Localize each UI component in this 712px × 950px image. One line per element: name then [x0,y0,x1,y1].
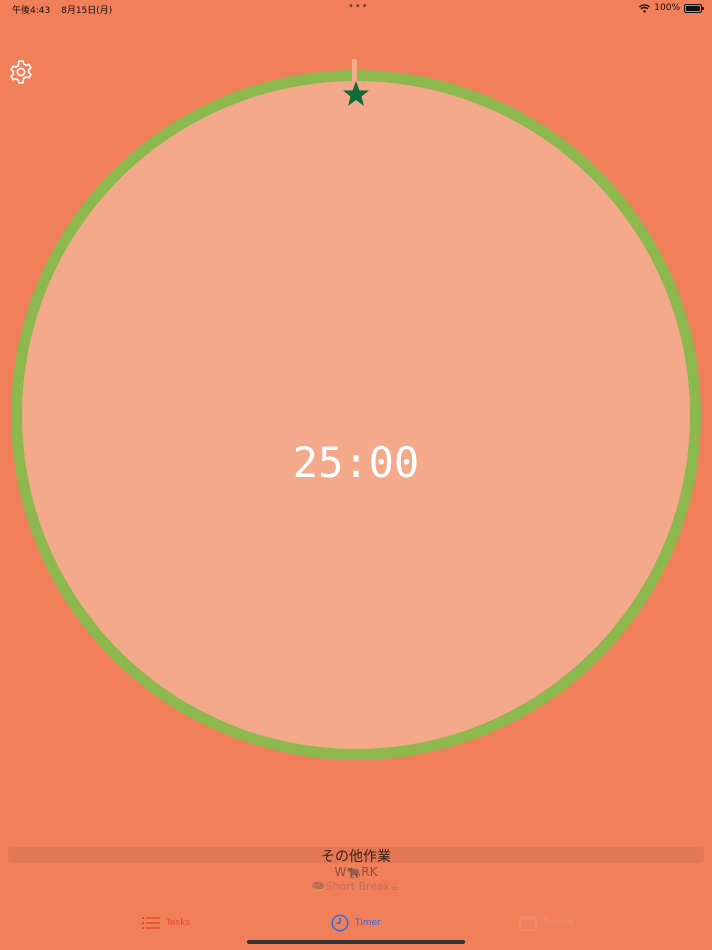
clock-icon [331,914,349,932]
tab-report[interactable]: Report [519,908,573,938]
picker-item-work[interactable]: W🐂RK [0,865,712,879]
status-date: 8月15日(月) [61,6,113,16]
timer-inner-circle [22,81,690,749]
timer-display[interactable]: 25:00 [0,438,712,487]
home-indicator[interactable] [247,940,465,944]
wifi-icon [639,3,651,13]
status-bar: 午後4:43 8月15日(月) ••• 100% [0,0,712,18]
battery-percent: 100% [654,3,680,13]
timer-ring-svg [11,59,701,760]
multitasking-dots[interactable]: ••• [348,1,369,12]
status-time: 午後4:43 [12,6,51,16]
tab-timer-label: Timer [355,918,381,928]
tab-tasks[interactable]: Tasks [142,908,190,938]
list-icon [142,917,160,929]
tab-bar: Tasks Timer Report [0,908,712,938]
progress-start-gap [352,59,357,81]
tab-tasks-label: Tasks [166,918,191,928]
tab-report-label: Report [543,918,573,928]
picker-item-short-break[interactable]: 🍩Short Break☕ [0,880,712,893]
task-picker[interactable]: その他作業 W🐂RK 🍩Short Break☕ [0,846,712,896]
picker-item-selected[interactable]: その他作業 [0,846,712,866]
timer-dial[interactable]: 25:00 [0,55,712,775]
calendar-icon [519,915,537,931]
status-time-date: 午後4:43 8月15日(月) [12,3,112,16]
battery-icon [684,3,704,13]
tab-timer[interactable]: Timer [331,908,381,938]
status-indicators: 100% [639,3,704,13]
